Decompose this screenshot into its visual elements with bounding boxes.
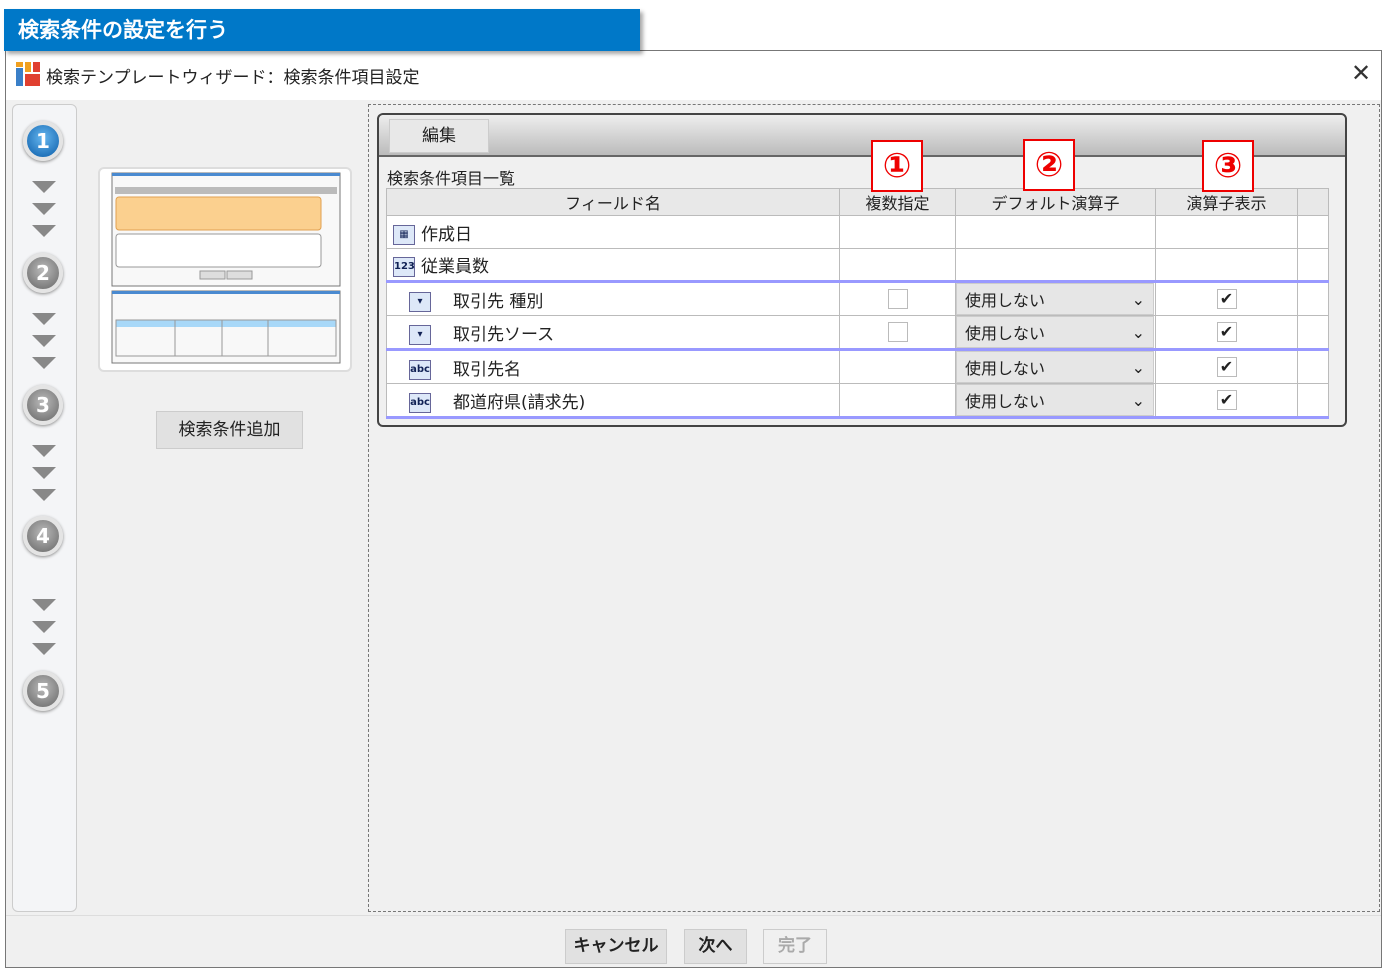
- table-row[interactable]: abc 都道府県(請求先) 使用しない ⌄ ✔: [386, 383, 1329, 419]
- layout-preview-image: [98, 167, 352, 372]
- close-icon[interactable]: ✕: [1351, 59, 1371, 87]
- app-logo-icon: [16, 62, 40, 86]
- arrow-down-icon: [32, 621, 56, 633]
- page-banner: 検索条件の設定を行う: [4, 9, 640, 51]
- step-3-icon: 3: [23, 385, 63, 425]
- field-name: 都道府県(請求先): [453, 392, 586, 413]
- number-range-icon: 123: [393, 257, 415, 277]
- wizard-body: 1 2 3 4 5 検索条件追加 編集 検索条件項目一覧 フィールド名 複数指定…: [6, 100, 1381, 915]
- table-row[interactable]: abc 取引先名 使用しない ⌄ ✔: [386, 349, 1329, 384]
- field-name: 作成日: [421, 224, 472, 245]
- col-filler: [1297, 188, 1329, 216]
- picklist-icon: ▾: [409, 291, 431, 312]
- col-multiple: 複数指定: [839, 188, 956, 216]
- show-operator-checkbox[interactable]: ✔: [1216, 390, 1237, 410]
- operator-select[interactable]: 使用しない ⌄: [956, 384, 1154, 416]
- finish-button: 完了: [763, 929, 827, 964]
- field-name: 取引先名: [453, 359, 521, 380]
- table-header: フィールド名 複数指定 デフォルト演算子 演算子表示: [386, 188, 1329, 216]
- vertical-scrollbar[interactable]: [1355, 105, 1379, 911]
- arrow-down-icon: [32, 203, 56, 215]
- annotation-3: ③: [1202, 140, 1254, 192]
- show-operator-checkbox[interactable]: ✔: [1216, 289, 1237, 309]
- chevron-down-icon: ⌄: [1131, 390, 1145, 410]
- field-name: 取引先 種別: [453, 291, 544, 312]
- table-row[interactable]: ▾ 取引先 種別 使用しない ⌄ ✔: [386, 281, 1329, 316]
- arrow-down-icon: [32, 357, 56, 369]
- table-row[interactable]: ▾ 取引先ソース 使用しない ⌄ ✔: [386, 315, 1329, 351]
- annotation-1: ①: [871, 140, 923, 192]
- col-default-operator: デフォルト演算子: [955, 188, 1156, 216]
- operator-value: 使用しない: [965, 392, 1046, 411]
- show-operator-checkbox[interactable]: ✔: [1216, 322, 1237, 342]
- picklist-icon: ▾: [409, 324, 431, 345]
- operator-value: 使用しない: [965, 324, 1046, 343]
- chevron-down-icon: ⌄: [1131, 357, 1145, 377]
- edit-button[interactable]: 編集: [389, 119, 489, 153]
- arrow-down-icon: [32, 335, 56, 347]
- cancel-button[interactable]: キャンセル: [565, 929, 667, 964]
- col-field-name: フィールド名: [386, 188, 840, 216]
- field-name: 従業員数: [421, 257, 489, 277]
- show-operator-checkbox[interactable]: ✔: [1216, 357, 1237, 377]
- step-1-icon: 1: [23, 121, 63, 161]
- chevron-down-icon: ⌄: [1131, 322, 1145, 342]
- condition-table: フィールド名 複数指定 デフォルト演算子 演算子表示 ▦ 作成日 123 従業員数 …: [386, 188, 1329, 419]
- list-label: 検索条件項目一覧: [387, 169, 516, 188]
- operator-value: 使用しない: [965, 291, 1046, 310]
- window-title: 検索テンプレートウィザード：検索条件項目設定: [46, 68, 420, 88]
- arrow-down-icon: [32, 599, 56, 611]
- arrow-down-icon: [32, 313, 56, 325]
- grid-toolbar: 編集: [379, 115, 1345, 157]
- text-icon: abc: [409, 359, 431, 380]
- multiple-checkbox[interactable]: [887, 289, 908, 309]
- step-indicator: 1 2 3 4 5: [12, 104, 77, 912]
- col-show-operator: 演算子表示: [1155, 188, 1298, 216]
- arrow-down-icon: [32, 445, 56, 457]
- annotation-2: ②: [1023, 139, 1075, 191]
- step-5-icon: 5: [23, 671, 63, 711]
- step-4-icon: 4: [23, 516, 63, 556]
- title-bar: 検索テンプレートウィザード：検索条件項目設定 ✕: [6, 51, 1381, 99]
- date-range-icon: ▦: [393, 224, 415, 245]
- settings-panel: 編集 検索条件項目一覧 フィールド名 複数指定 デフォルト演算子 演算子表示 ▦…: [368, 104, 1380, 912]
- step-2-icon: 2: [23, 253, 63, 293]
- field-name: 取引先ソース: [453, 324, 555, 345]
- dialog-footer: キャンセル 次へ 完了: [6, 915, 1381, 967]
- wizard-dialog: 検索テンプレートウィザード：検索条件項目設定 ✕ 1 2 3 4 5 検索条件追…: [5, 50, 1382, 968]
- arrow-down-icon: [32, 225, 56, 237]
- table-row[interactable]: ▦ 作成日: [386, 215, 1329, 249]
- chevron-down-icon: ⌄: [1131, 289, 1145, 309]
- multiple-checkbox[interactable]: [887, 322, 908, 342]
- operator-select[interactable]: 使用しない ⌄: [956, 283, 1154, 315]
- arrow-down-icon: [32, 467, 56, 479]
- next-button[interactable]: 次へ: [684, 929, 747, 964]
- arrow-down-icon: [32, 489, 56, 501]
- arrow-down-icon: [32, 181, 56, 193]
- text-icon: abc: [409, 392, 431, 413]
- add-condition-button[interactable]: 検索条件追加: [156, 411, 303, 449]
- operator-select[interactable]: 使用しない ⌄: [956, 316, 1154, 348]
- operator-value: 使用しない: [965, 359, 1046, 378]
- table-row[interactable]: 123 従業員数: [386, 248, 1329, 283]
- arrow-down-icon: [32, 643, 56, 655]
- operator-select[interactable]: 使用しない ⌄: [956, 351, 1154, 383]
